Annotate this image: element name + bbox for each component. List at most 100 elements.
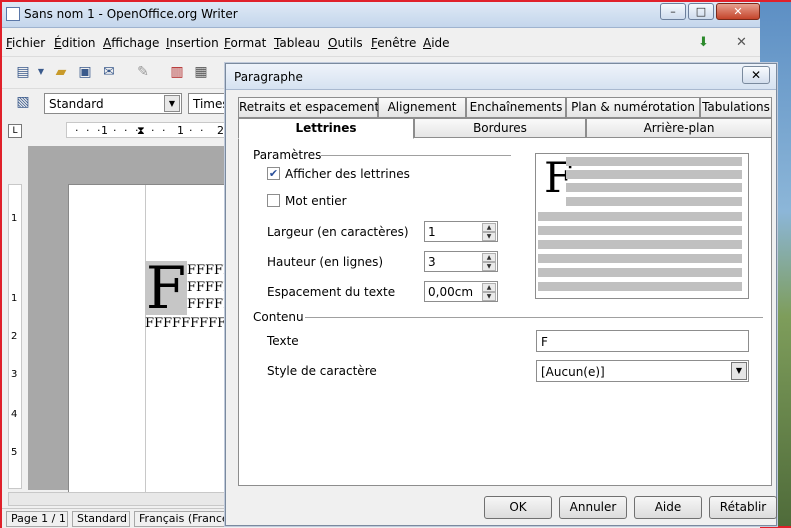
email-icon[interactable]: ✉ <box>100 63 118 81</box>
ruler-mark: 5 <box>11 447 18 458</box>
preview-line <box>538 268 742 277</box>
close-window-button[interactable]: ✕ <box>716 3 760 20</box>
close-document-icon[interactable]: ✕ <box>736 35 747 50</box>
maximize-button[interactable]: □ <box>688 3 714 20</box>
print-icon[interactable]: ▦ <box>192 63 210 81</box>
tab-arriere-plan[interactable]: Arrière-plan <box>586 118 772 139</box>
tab-retraits[interactable]: Retraits et espacement <box>238 97 379 118</box>
preview-line <box>538 226 742 235</box>
save-icon[interactable]: ▣ <box>76 63 94 81</box>
ruler-mark: 1 <box>177 124 184 137</box>
espacement-spinner[interactable]: 0,00cm ▲ ▼ <box>424 281 498 302</box>
spin-up-icon[interactable]: ▲ <box>482 253 496 262</box>
chevron-down-icon[interactable]: ▼ <box>164 95 180 112</box>
cancel-button[interactable]: Annuler <box>559 496 627 519</box>
menu-aide[interactable]: Aide <box>423 36 450 50</box>
menu-fichier[interactable]: Fichier <box>6 36 45 50</box>
espacement-value: 0,00cm <box>428 285 474 299</box>
status-page[interactable]: Page 1 / 1 <box>6 511 68 527</box>
download-update-icon[interactable]: ⬇ <box>698 35 709 50</box>
ruler-mark: 1 <box>11 293 18 304</box>
document-page[interactable]: F FFFFFFF FFFFFFF FFFFFFF FFFFFFFFFFFFF <box>68 184 239 495</box>
texte-label: Texte <box>267 334 299 348</box>
preview-line <box>538 212 742 221</box>
edit-file-icon[interactable]: ✎ <box>134 63 152 81</box>
tab-stop-selector[interactable]: L <box>8 124 22 138</box>
spin-up-icon[interactable]: ▲ <box>482 223 496 232</box>
horizontal-ruler[interactable]: · · · 1 · · · ⧗ · · 1 · · 2 <box>66 122 230 138</box>
menu-insertion[interactable]: Insertion <box>166 36 219 50</box>
vertical-ruler[interactable]: 1 1 2 3 4 5 <box>8 184 22 489</box>
tab-alignement[interactable]: Alignement <box>378 97 466 118</box>
preview-line <box>566 157 742 166</box>
status-language[interactable]: Français (France) <box>134 511 228 527</box>
styles-icon[interactable]: ▧ <box>14 93 32 111</box>
ruler-mark: 2 <box>11 331 18 342</box>
ruler-mark: 3 <box>11 369 18 380</box>
dialog-title: Paragraphe <box>234 70 303 84</box>
new-dropdown-icon[interactable]: ▼ <box>32 63 50 81</box>
afficher-lettrines-label: Afficher des lettrines <box>285 167 410 181</box>
writer-app-icon <box>6 7 20 21</box>
preview-line <box>538 240 742 249</box>
tab-plan-numerotation[interactable]: Plan & numérotation <box>566 97 700 118</box>
style-caractere-select[interactable]: [Aucun(e)] ▼ <box>536 360 749 382</box>
new-document-icon[interactable]: ▤ <box>14 63 32 81</box>
preview-line <box>538 254 742 263</box>
contenu-title: Contenu <box>253 310 304 324</box>
texte-value: F <box>541 335 548 349</box>
dialog-close-button[interactable]: ✕ <box>742 66 770 84</box>
preview-line <box>566 183 742 192</box>
export-pdf-icon[interactable]: ▥ <box>168 63 186 81</box>
ruler-mark: 1 <box>101 124 108 137</box>
spin-down-icon[interactable]: ▼ <box>482 292 496 301</box>
preview-line <box>538 282 742 291</box>
menu-affichage[interactable]: Affichage <box>103 36 159 50</box>
ruler-mark: 1 <box>11 213 18 224</box>
preview-line <box>566 170 742 179</box>
ok-button[interactable]: OK <box>484 496 552 519</box>
text-boundary <box>145 185 146 495</box>
ruler-dots: · · <box>189 124 206 137</box>
largeur-label: Largeur (en caractères) <box>267 225 409 239</box>
largeur-spinner[interactable]: 1 ▲ ▼ <box>424 221 498 242</box>
tab-enchainements[interactable]: Enchaînements <box>466 97 566 118</box>
horizontal-scrollbar[interactable] <box>8 492 230 506</box>
spin-down-icon[interactable]: ▼ <box>482 232 496 241</box>
menu-outils[interactable]: Outils <box>328 36 363 50</box>
status-style[interactable]: Standard <box>72 511 130 527</box>
document-area[interactable]: F FFFFFFF FFFFFFF FFFFFFF FFFFFFFFFFFFF <box>28 146 239 495</box>
texte-input[interactable]: F <box>536 330 749 352</box>
mot-entier-checkbox[interactable] <box>267 194 280 207</box>
open-folder-icon[interactable]: ▰ <box>52 63 70 81</box>
mot-entier-label: Mot entier <box>285 194 347 208</box>
help-button[interactable]: Aide <box>634 496 702 519</box>
menu-bar: Fichier Édition Affichage Insertion Form… <box>2 32 760 54</box>
ruler-mark: 4 <box>11 409 18 420</box>
writer-title: Sans nom 1 - OpenOffice.org Writer <box>24 7 238 21</box>
menu-tableau[interactable]: Tableau <box>274 36 320 50</box>
hauteur-spinner[interactable]: 3 ▲ ▼ <box>424 251 498 272</box>
menu-fenetre[interactable]: Fenêtre <box>371 36 416 50</box>
reset-button[interactable]: Rétablir <box>709 496 777 519</box>
tab-tabulations[interactable]: Tabulations <box>700 97 772 118</box>
hauteur-label: Hauteur (en lignes) <box>267 255 384 269</box>
indent-marker-icon[interactable]: ⧗ <box>137 124 145 138</box>
spin-up-icon[interactable]: ▲ <box>482 283 496 292</box>
largeur-value: 1 <box>428 225 436 239</box>
drop-cap-letter: F <box>145 254 187 322</box>
hauteur-value: 3 <box>428 255 436 269</box>
menu-edition[interactable]: Édition <box>54 36 96 50</box>
paragraph-dialog: Paragraphe ✕ Retraits et espacement Alig… <box>225 63 777 526</box>
section-divider <box>321 155 511 156</box>
lettrines-panel: Paramètres ✔ Afficher des lettrines Mot … <box>238 137 772 486</box>
menu-format[interactable]: Format <box>224 36 266 50</box>
font-name-select[interactable]: Times <box>188 93 229 114</box>
afficher-lettrines-checkbox[interactable]: ✔ <box>267 167 280 180</box>
chevron-down-icon[interactable]: ▼ <box>731 362 747 380</box>
paragraph-style-select[interactable]: Standard ▼ <box>44 93 182 114</box>
minimize-button[interactable]: – <box>660 3 686 20</box>
tab-lettrines[interactable]: Lettrines <box>238 118 414 139</box>
spin-down-icon[interactable]: ▼ <box>482 262 496 271</box>
tab-bordures[interactable]: Bordures <box>414 118 586 139</box>
